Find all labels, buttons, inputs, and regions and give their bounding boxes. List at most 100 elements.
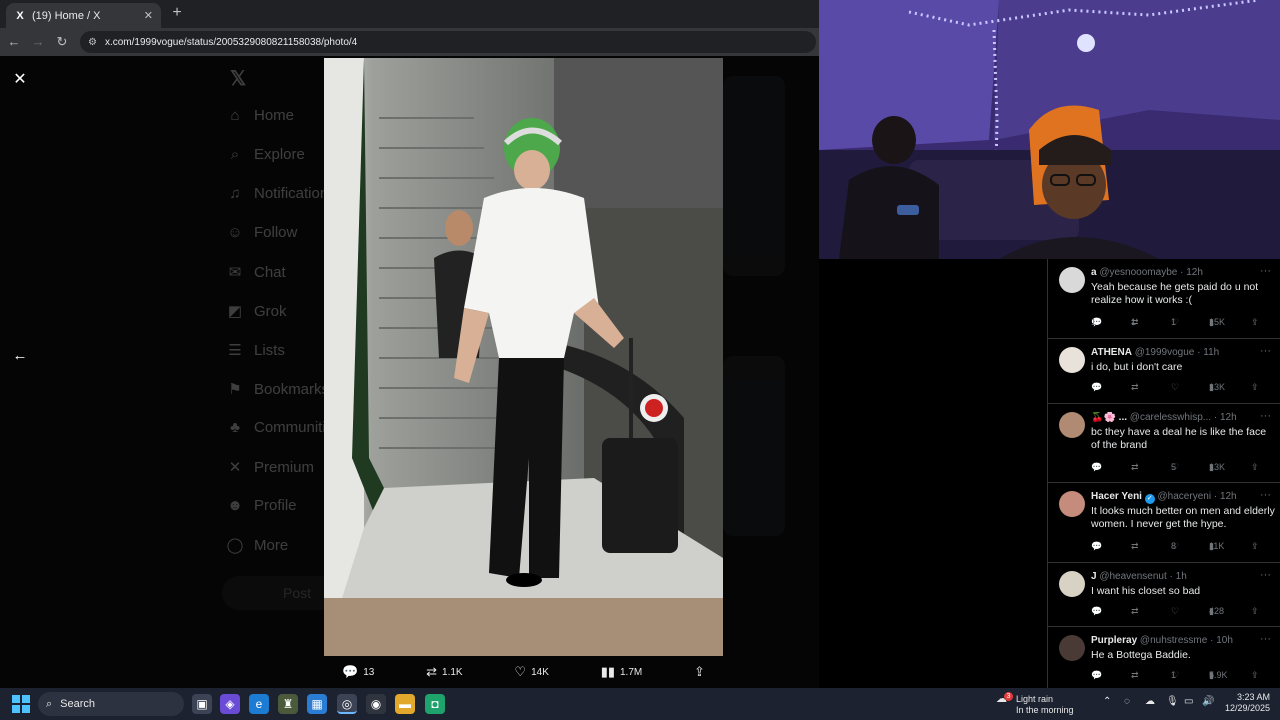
tab-close-icon[interactable]: ✕ (144, 9, 153, 22)
avatar[interactable] (1059, 491, 1085, 517)
nav-chat[interactable]: ✉ Chat (226, 263, 286, 282)
more-options-icon[interactable]: ··· (1260, 489, 1271, 501)
right-column-ghost (723, 56, 819, 688)
nav-grok[interactable]: ◩ Grok (226, 302, 287, 321)
arrow-left-icon[interactable]: ← (10, 346, 30, 366)
reply-time[interactable]: 1h (1176, 571, 1187, 582)
share-button[interactable]: ⇪ (694, 664, 705, 680)
weather-widget[interactable]: ☁ 3 Light rain In the morning (996, 692, 1080, 716)
profile-icon: ☻ (227, 497, 243, 514)
file-explorer-icon[interactable]: ▬ (395, 694, 415, 714)
app-green-icon[interactable]: ◘ (425, 694, 445, 714)
heart-icon: ♡ (1171, 606, 1180, 616)
nav-more[interactable]: ◯ More (226, 536, 289, 555)
reply-handle[interactable]: @heavensenut (1099, 571, 1166, 582)
x-premium-icon: ✕ (228, 459, 242, 476)
reply-actions: 💬 ⇄ ♡ 8 ▮ 11K ⇪ (1091, 541, 1259, 551)
avatar[interactable] (1059, 412, 1085, 438)
obs-icon[interactable]: ◉ (366, 694, 386, 714)
more-options-icon[interactable]: ··· (1260, 410, 1271, 422)
views-button[interactable]: ▮▮ 1.7M (601, 664, 643, 680)
reply-handle[interactable]: @carelesswhisp... (1130, 412, 1211, 423)
microphone-icon[interactable]: 🎙 (1166, 696, 1179, 707)
reply-time[interactable]: 12h (1220, 491, 1237, 502)
reply-item[interactable]: 🍒🌸 ... @carelesswhisp... · 12h ··· bc they… (1048, 404, 1280, 483)
edge-icon[interactable]: e (249, 694, 269, 714)
chevron-up-icon[interactable]: ⌃ (1103, 696, 1111, 707)
nav-premium[interactable]: ✕ Premium (226, 458, 314, 477)
clock-time: 3:23 AM (1236, 692, 1270, 702)
tab-home-x[interactable]: X (19) Home / X ✕ (6, 3, 161, 28)
reply-button[interactable]: 💬 13 (342, 664, 374, 680)
reply-author-name[interactable]: ATHENA (1091, 347, 1132, 358)
reply-handle[interactable]: @1999vogue (1135, 347, 1195, 358)
taskbar-search[interactable]: ⌕ Search (38, 692, 184, 716)
repost-icon: ⇄ (1131, 606, 1139, 616)
chrome-icon[interactable]: ◎ (337, 694, 357, 714)
reply-time[interactable]: 11h (1203, 347, 1219, 358)
more-options-icon[interactable]: ··· (1260, 345, 1271, 357)
reply-author-name[interactable]: Hacer Yeni (1091, 491, 1142, 502)
share-icon: ⇪ (1251, 462, 1259, 472)
x-logo-icon[interactable]: 𝕏 (230, 66, 246, 91)
reply-time[interactable]: 10h (1216, 635, 1233, 646)
task-view-icon[interactable]: ▣ (192, 694, 212, 714)
reply-text: I want his closet so bad (1091, 585, 1201, 597)
avatar[interactable] (1059, 347, 1085, 373)
reply-item[interactable]: a @yesnooomaybe · 12h ··· Yeah because he … (1048, 259, 1280, 339)
reply-actions: 💬 ⇄ ♡ 5 ▮ 13K ⇪ (1091, 462, 1259, 472)
follow-panel-ghost (723, 356, 785, 536)
nav-home[interactable]: ⌂ Home (226, 107, 294, 124)
store-icon[interactable]: ▦ (307, 694, 327, 714)
nav-bookmarks[interactable]: ⚑ Bookmarks (226, 380, 329, 399)
reply-item[interactable]: ATHENA @1999vogue · 11h ··· i do, but i do… (1048, 339, 1280, 404)
windows-start-icon[interactable] (12, 695, 30, 713)
network-icon[interactable]: ▭ (1184, 696, 1193, 707)
nav-follow[interactable]: ☺ Follow (226, 224, 297, 241)
post-photo[interactable] (324, 58, 723, 656)
heart-icon: ♡ (1171, 382, 1180, 392)
forward-icon[interactable]: → (29, 33, 47, 51)
like-button[interactable]: ♡ 14K (514, 664, 548, 680)
reply-header: Hacer Yeni ✓ @haceryeni · 12h (1091, 491, 1237, 504)
reply-handle[interactable]: @nuhstressme (1140, 635, 1207, 646)
more-options-icon[interactable]: ··· (1260, 569, 1271, 581)
verified-badge-icon: ✓ (1144, 494, 1155, 504)
more-options-icon[interactable]: ··· (1260, 265, 1271, 277)
reply-time[interactable]: 12h (1220, 412, 1237, 423)
nav-lists[interactable]: ☰ Lists (226, 341, 285, 360)
site-info-icon[interactable]: ⚙ (88, 37, 97, 48)
reply-item[interactable]: J @heavensenut · 1h ··· I want his closet … (1048, 563, 1280, 627)
reply-handle[interactable]: @yesnooomaybe (1099, 267, 1177, 278)
tray-app-icon[interactable]: ◌ (1124, 696, 1130, 707)
avatar[interactable] (1059, 635, 1085, 661)
more-options-icon[interactable]: ··· (1260, 633, 1271, 645)
reply-author-name[interactable]: a (1091, 267, 1097, 278)
reply-handle[interactable]: @haceryeni (1158, 491, 1212, 502)
cloud-icon[interactable]: ☁ (1145, 696, 1155, 707)
reply-author-name[interactable]: 🍒🌸 ... (1091, 412, 1127, 423)
reply-item[interactable]: Hacer Yeni ✓ @haceryeni · 12h ··· It looks… (1048, 483, 1280, 563)
reload-icon[interactable]: ↻ (53, 33, 71, 51)
reply-item[interactable]: Purpleray @nuhstressme · 10h ··· He a Bott… (1048, 627, 1280, 688)
new-tab-button[interactable]: + (168, 4, 186, 22)
copilot-icon[interactable]: ◈ (220, 694, 240, 714)
clock[interactable]: 3:23 AM 12/29/2025 (1206, 692, 1270, 714)
avatar[interactable] (1059, 571, 1085, 597)
reply-author-name[interactable]: Purpleray (1091, 635, 1137, 646)
repost-button[interactable]: ⇄ 1.1K (426, 664, 462, 680)
webcam-image (819, 0, 1280, 259)
more-circle-icon: ◯ (226, 537, 244, 554)
nav-profile[interactable]: ☻ Profile (226, 497, 296, 514)
nav-explore[interactable]: ⌕ Explore (226, 146, 305, 163)
app-icon[interactable]: ♜ (278, 694, 298, 714)
reply-time[interactable]: 12h (1186, 267, 1203, 278)
back-icon[interactable]: ← (5, 33, 23, 51)
nav-notifications[interactable]: ♫ Notifications (226, 185, 335, 202)
url-input[interactable]: ⚙ x.com/1999vogue/status/200532908082115… (80, 31, 816, 53)
share-icon: ⇪ (694, 664, 705, 679)
avatar[interactable] (1059, 267, 1085, 293)
reply-author-name[interactable]: J (1091, 571, 1097, 582)
close-icon[interactable]: ✕ (10, 70, 30, 90)
reply-header: J @heavensenut · 1h (1091, 571, 1187, 582)
